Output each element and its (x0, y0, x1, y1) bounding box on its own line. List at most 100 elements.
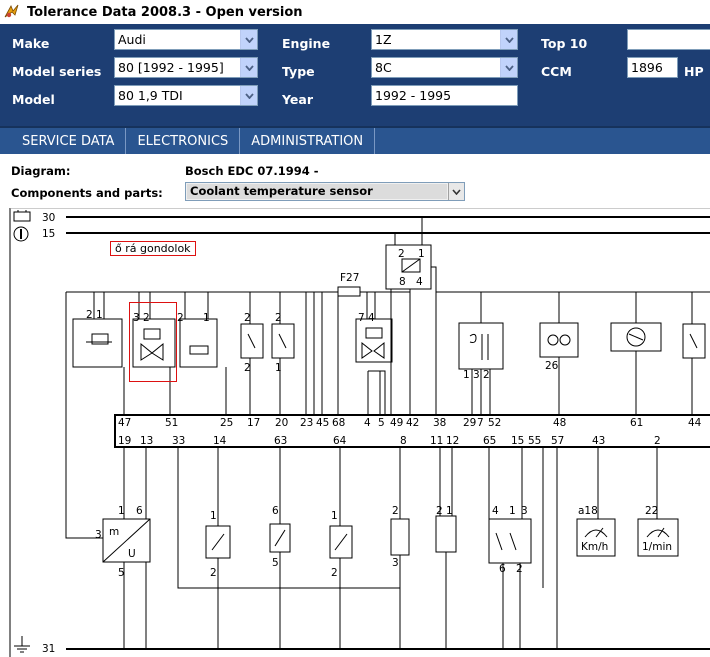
ecu-top-pin-label: 20 (275, 417, 288, 429)
relay-pin: 2 (398, 248, 405, 260)
component-pin-label: 7 4 (358, 312, 375, 324)
component-pin-label: 1 3 2 (463, 369, 490, 381)
ecu-bottom-pin-label: 63 (274, 435, 287, 447)
tachometer-label: 1/min (642, 541, 672, 553)
ecu-top-pin-label: 5 (378, 417, 385, 429)
ecu-bottom-pin-label: 64 (333, 435, 347, 447)
model-label: Model (12, 92, 55, 107)
component-pin-label: 2 (392, 505, 399, 517)
diagram-label: Diagram: (11, 164, 71, 178)
ccm-field[interactable]: 1896 (627, 57, 678, 78)
diagram-value: Bosch EDC 07.1994 - (185, 164, 319, 178)
chevron-down-icon[interactable] (500, 30, 517, 49)
ecu-top-pin-label: 68 (332, 417, 345, 429)
make-select[interactable]: Audi (114, 29, 258, 50)
component-pin-label: 2 (244, 362, 251, 374)
tab-electronics[interactable]: ELECTRONICS (126, 128, 241, 154)
ecu-bottom-pin-label: 8 (400, 435, 407, 447)
top10-select[interactable] (627, 29, 710, 50)
sensor-coil (458, 322, 504, 370)
ecu-top-pin-label: 45 (316, 417, 329, 429)
egr-valve (355, 318, 393, 363)
ecu-top-pin-label: 29 (463, 417, 476, 429)
ecu-bottom-pin-label: 15 (511, 435, 524, 447)
model-series-select[interactable]: 80 [1992 - 1995] (114, 57, 258, 78)
bottom-components: m U Km/h 1/min (102, 515, 679, 564)
ecu-top-pin-label: 17 (247, 417, 260, 429)
model-select[interactable]: 80 1,9 TDI (114, 85, 258, 106)
component-pin-label: 2 (177, 312, 184, 324)
ecu-top-pin-label: 23 (300, 417, 313, 429)
component-pin-label: 26 (545, 360, 559, 372)
ecu-top-pin-label: 38 (433, 417, 446, 429)
ecu-top-pin-label: 25 (220, 417, 233, 429)
component-pin-label: 1 (331, 510, 338, 522)
relay-pin: 4 (416, 276, 423, 288)
component-pin-label: 6 (136, 505, 143, 517)
ecu-bottom-pin-label: 57 (551, 435, 564, 447)
speedometer-label: Km/h (581, 541, 608, 553)
fuse-f27 (337, 286, 361, 297)
ignition-key-icon (13, 226, 29, 242)
ecu-bottom-pin-label: 33 (172, 435, 185, 447)
actuator-component (179, 318, 218, 368)
sensor-component (539, 322, 579, 358)
type-select[interactable]: 8C (371, 57, 518, 78)
ecu-bottom-pin-label: 12 (446, 435, 459, 447)
component-pin-label: 1 (275, 362, 282, 374)
chevron-down-icon[interactable] (240, 30, 257, 49)
component-pin-label: 2 (244, 312, 251, 324)
component-pin-label: 2 (275, 312, 282, 324)
battery-icon (13, 210, 31, 222)
vehicle-header: Make Audi Model series 80 [1992 - 1995] … (0, 24, 710, 126)
title-bar: Tolerance Data 2008.3 - Open version (0, 0, 710, 24)
component-pin-label: 3 (95, 529, 102, 541)
tab-administration[interactable]: ADMINISTRATION (240, 128, 376, 154)
component-pin-label: 1 (203, 312, 210, 324)
year-field[interactable]: 1992 - 1995 (371, 85, 518, 106)
chevron-down-icon[interactable] (500, 58, 517, 77)
wiring-diagram-canvas: 30 15 31 F27 2 1 8 4 47 51 25 17 20 23 45 68 4 5 4 (9, 208, 710, 657)
ecu-top-pin-label: 44 (688, 417, 702, 429)
ecu-bottom-pin-label: 13 (140, 435, 153, 447)
ecu-top-pin-label: 42 (406, 417, 419, 429)
ecu-top-pin-label: 47 (118, 417, 131, 429)
component-pin-label: 1 (509, 505, 516, 517)
make-label: Make (12, 36, 50, 51)
component-pin-label: 4 (492, 505, 499, 517)
annotation-highlight-box (129, 302, 177, 382)
hp-label: HP (684, 64, 704, 79)
component-pin-label: 1 (118, 505, 125, 517)
annotation-label: ő rá gondolok (110, 241, 196, 256)
ecu-top-pin-label: 4 (364, 417, 371, 429)
valve-component (72, 318, 123, 368)
diagram-info: Diagram: Bosch EDC 07.1994 - Components … (0, 156, 710, 208)
motor-m-label: m (109, 526, 119, 538)
ecu-bottom-pin-label: 2 (654, 435, 661, 447)
ecu-top-pin-label: 52 (488, 417, 501, 429)
chevron-down-icon[interactable] (240, 58, 257, 77)
ecu-top-pin-label: 61 (630, 417, 643, 429)
components-select[interactable]: Coolant temperature sensor (185, 182, 465, 201)
ecu-bottom-pin-label: 55 (528, 435, 541, 447)
type-label: Type (282, 64, 315, 79)
component-pin-label: 6 (272, 505, 279, 517)
component-pin-label: 5 (272, 557, 279, 569)
main-nav: SERVICE DATA ELECTRONICS ADMINISTRATION (0, 126, 710, 154)
component-pin-label: 2 (210, 567, 217, 579)
tab-service-data[interactable]: SERVICE DATA (0, 128, 127, 154)
engine-label: Engine (282, 36, 331, 51)
relay-pin: 8 (399, 276, 406, 288)
component-pin-label: 6 (499, 563, 506, 575)
component-pin-label: 2 1 (86, 309, 103, 321)
chevron-down-icon[interactable] (240, 86, 257, 105)
chevron-down-icon[interactable] (448, 183, 464, 200)
ecu-bottom-pin-label: 11 (430, 435, 443, 447)
rail-label-30: 30 (42, 212, 55, 224)
engine-select[interactable]: 1Z (371, 29, 518, 50)
component-pin-label: 2 (516, 563, 523, 575)
speed-sensor (435, 515, 457, 553)
ecu-bottom-pin-label: 43 (592, 435, 605, 447)
ecu-top-pin-label: 48 (553, 417, 566, 429)
relay-pin: 1 (418, 248, 425, 260)
